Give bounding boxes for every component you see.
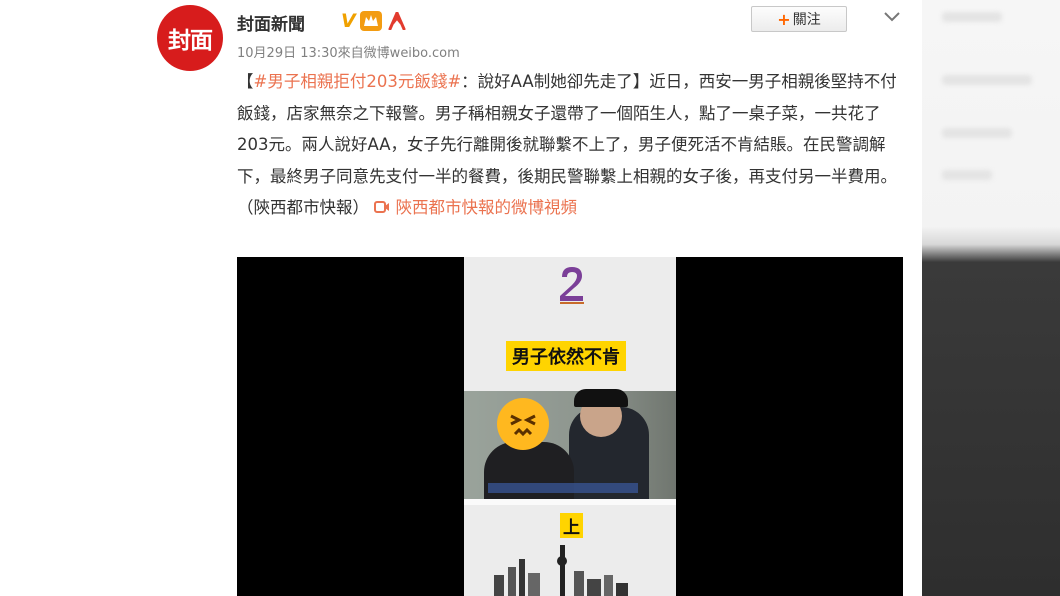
weibo-post-card: 封面 封面新聞 V 10月29日 13:30來自微博weibo.com + 關注… (140, 0, 922, 596)
post-text: 【#男子相親拒付203元飯錢#：說好AA制她卻先走了】近日，西安一男子相親後堅持… (237, 66, 901, 224)
video-source-link[interactable]: 陝西都市快報的微博視頻 (396, 198, 578, 217)
video-link-icon[interactable] (374, 198, 390, 217)
city-skyline-illustration (494, 545, 628, 596)
follow-button[interactable]: + 關注 (751, 6, 847, 32)
frame-divider (464, 499, 676, 505)
police-cap (574, 389, 628, 407)
persevering-face-emoji-icon (497, 398, 549, 450)
plus-icon: + (777, 9, 791, 29)
bracket-open: 【 (237, 72, 254, 91)
video-frame: 男子依然不肯 上 (464, 257, 676, 596)
man-figure (484, 442, 574, 502)
chevron-down-icon[interactable] (884, 6, 900, 27)
avatar-text: 封面 (168, 27, 213, 54)
follow-label: 關注 (792, 12, 821, 28)
account-badges: V (341, 10, 408, 32)
video-player[interactable]: 男子依然不肯 上 (237, 257, 903, 596)
next-caption: 上 (560, 513, 583, 538)
account-name[interactable]: 封面新聞 (237, 10, 305, 35)
hashtag-link[interactable]: #男子相親拒付203元飯錢# (254, 72, 462, 91)
right-background (922, 0, 1060, 596)
video-caption: 男子依然不肯 (506, 341, 626, 371)
channel-logo-icon (560, 267, 584, 304)
avatar[interactable]: 封面 (157, 5, 223, 71)
post-body: 近日，西安一男子相親後堅持不付飯錢，店家無奈之下報警。男子稱相親女子還帶了一個陌… (237, 72, 897, 217)
headline-rest: ：說好AA制她卻先走了】 (461, 72, 650, 91)
left-background (0, 0, 140, 596)
person-badge-icon[interactable] (386, 11, 408, 31)
post-meta: 10月29日 13:30來自微博weibo.com (237, 46, 460, 61)
verified-badge-icon[interactable]: V (341, 10, 356, 32)
crown-badge-icon[interactable] (359, 11, 382, 31)
subtitle-bar (488, 483, 638, 493)
